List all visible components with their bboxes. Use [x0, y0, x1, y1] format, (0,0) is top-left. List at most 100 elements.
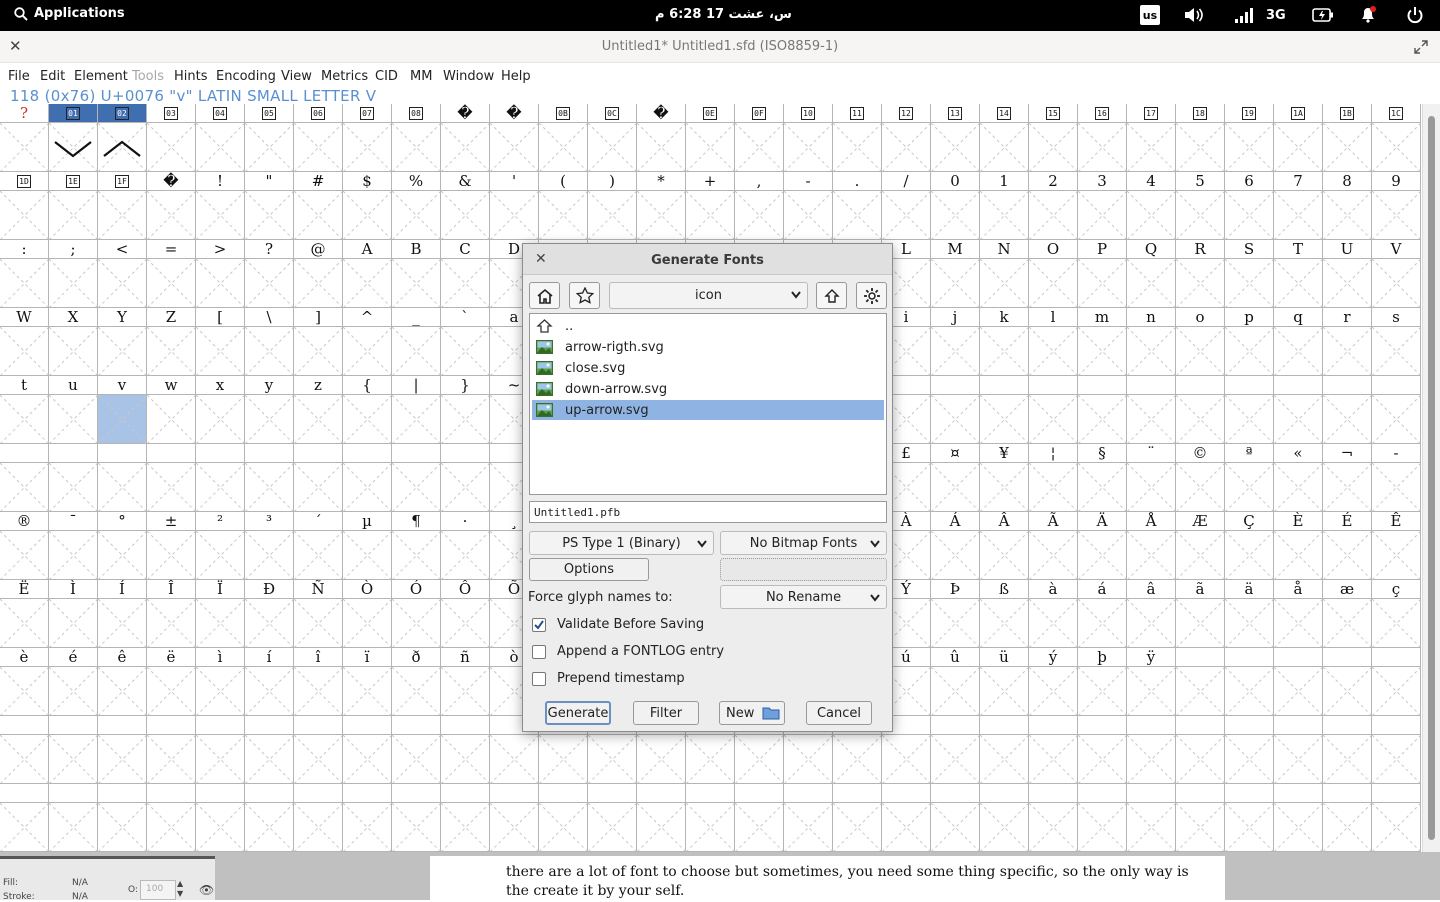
- glyph-cell[interactable]: [1323, 123, 1372, 172]
- glyph-cell[interactable]: [833, 735, 882, 784]
- glyph-cell[interactable]: [1372, 123, 1421, 172]
- glyph-header[interactable]: Ç: [1225, 512, 1274, 531]
- glyph-cell[interactable]: [882, 123, 931, 172]
- glyph-header[interactable]: ³: [245, 512, 294, 531]
- glyph-header[interactable]: ç: [1372, 580, 1421, 599]
- glyph-cell[interactable]: [392, 599, 441, 648]
- glyph-header[interactable]: #: [294, 172, 343, 191]
- glyph-cell[interactable]: [0, 395, 49, 444]
- glyph-header[interactable]: [1274, 376, 1323, 395]
- glyph-cell[interactable]: [1274, 395, 1323, 444]
- glyph-cell[interactable]: [343, 259, 392, 308]
- glyph-cell[interactable]: [441, 735, 490, 784]
- menu-view[interactable]: View: [281, 69, 312, 84]
- glyph-header[interactable]: 6: [1225, 172, 1274, 191]
- glyph-header[interactable]: A: [343, 240, 392, 259]
- glyph-cell[interactable]: [245, 123, 294, 172]
- glyph-cell[interactable]: [0, 259, 49, 308]
- glyph-header[interactable]: [539, 784, 588, 803]
- glyph-cell[interactable]: [539, 735, 588, 784]
- glyph-cell[interactable]: [1127, 599, 1176, 648]
- glyph-cell[interactable]: [980, 191, 1029, 240]
- glyph-cell[interactable]: [441, 327, 490, 376]
- glyph-header[interactable]: 16: [1078, 104, 1127, 123]
- glyph-header[interactable]: =: [147, 240, 196, 259]
- glyph-cell[interactable]: [196, 599, 245, 648]
- glyph-header[interactable]: _: [392, 308, 441, 327]
- glyph-cell[interactable]: [931, 123, 980, 172]
- glyph-cell[interactable]: [196, 395, 245, 444]
- glyph-cell[interactable]: [1176, 803, 1225, 852]
- glyph-cell[interactable]: [49, 395, 98, 444]
- menu-tools[interactable]: Tools: [132, 69, 164, 84]
- glyph-cell[interactable]: [1078, 803, 1127, 852]
- glyph-cell[interactable]: [98, 803, 147, 852]
- glyph-header[interactable]: [343, 444, 392, 463]
- glyph-header[interactable]: Þ: [931, 580, 980, 599]
- glyph-header[interactable]: {: [343, 376, 392, 395]
- glyph-cell[interactable]: [196, 463, 245, 512]
- glyph-header[interactable]: ): [588, 172, 637, 191]
- glyph-cell[interactable]: [196, 123, 245, 172]
- glyph-header[interactable]: [49, 444, 98, 463]
- glyph-header[interactable]: `: [441, 308, 490, 327]
- glyph-cell[interactable]: [931, 735, 980, 784]
- maximize-icon[interactable]: [1414, 39, 1428, 58]
- volume-icon[interactable]: [1184, 5, 1204, 25]
- glyph-header[interactable]: .: [833, 172, 882, 191]
- glyph-cell[interactable]: [1127, 259, 1176, 308]
- glyph-header[interactable]: [1372, 376, 1421, 395]
- glyph-cell-down-arrow[interactable]: [49, 123, 98, 172]
- glyph-cell[interactable]: [1029, 259, 1078, 308]
- glyph-cell[interactable]: [1372, 395, 1421, 444]
- glyph-cell[interactable]: [294, 735, 343, 784]
- glyph-header[interactable]: [1225, 784, 1274, 803]
- glyph-cell[interactable]: [1323, 667, 1372, 716]
- glyph-header[interactable]: [784, 784, 833, 803]
- glyph-cell[interactable]: [1127, 395, 1176, 444]
- glyph-header[interactable]: >: [196, 240, 245, 259]
- glyph-header[interactable]: [196, 444, 245, 463]
- glyph-header[interactable]: [98, 444, 147, 463]
- glyph-header[interactable]: ë: [147, 648, 196, 667]
- glyph-header[interactable]: ä: [1225, 580, 1274, 599]
- glyph-header[interactable]: �: [441, 104, 490, 123]
- glyph-header[interactable]: %: [392, 172, 441, 191]
- glyph-header[interactable]: 4: [1127, 172, 1176, 191]
- glyph-header[interactable]: 0C: [588, 104, 637, 123]
- bitmap-format-select[interactable]: No Bitmap Fonts: [720, 531, 887, 555]
- glyph-cell[interactable]: [735, 123, 784, 172]
- glyph-cell[interactable]: [1127, 327, 1176, 376]
- glyph-header[interactable]: [1323, 716, 1372, 735]
- glyph-header[interactable]: 08: [392, 104, 441, 123]
- glyph-cell[interactable]: [588, 191, 637, 240]
- glyph-header[interactable]: [980, 376, 1029, 395]
- glyph-cell[interactable]: [1029, 599, 1078, 648]
- glyph-cell[interactable]: [1323, 463, 1372, 512]
- glyph-cell[interactable]: [0, 599, 49, 648]
- menu-element[interactable]: Element: [74, 69, 128, 84]
- glyph-header[interactable]: [147, 444, 196, 463]
- glyph-cell[interactable]: [0, 735, 49, 784]
- glyph-cell[interactable]: [1078, 327, 1127, 376]
- glyph-cell[interactable]: [294, 259, 343, 308]
- glyph-header[interactable]: ^: [343, 308, 392, 327]
- validate-checkbox[interactable]: Validate Before Saving: [532, 617, 704, 632]
- generate-button[interactable]: Generate: [545, 701, 611, 725]
- glyph-cell[interactable]: [147, 123, 196, 172]
- glyph-header[interactable]: í: [245, 648, 294, 667]
- glyph-header[interactable]: :: [0, 240, 49, 259]
- glyph-header[interactable]: 1C: [1372, 104, 1421, 123]
- glyph-header[interactable]: «: [1274, 444, 1323, 463]
- glyph-cell[interactable]: [1274, 327, 1323, 376]
- glyph-header[interactable]: B: [392, 240, 441, 259]
- glyph-header[interactable]: 1A: [1274, 104, 1323, 123]
- glyph-header[interactable]: W: [0, 308, 49, 327]
- glyph-header[interactable]: ¤: [931, 444, 980, 463]
- opacity-stepper-icon[interactable]: ▲ ▼: [177, 879, 183, 899]
- glyph-header[interactable]: [1078, 376, 1127, 395]
- folder-select[interactable]: icon: [609, 282, 808, 309]
- glyph-cell[interactable]: [392, 259, 441, 308]
- glyph-cell[interactable]: [882, 735, 931, 784]
- bookmark-button[interactable]: [569, 282, 600, 309]
